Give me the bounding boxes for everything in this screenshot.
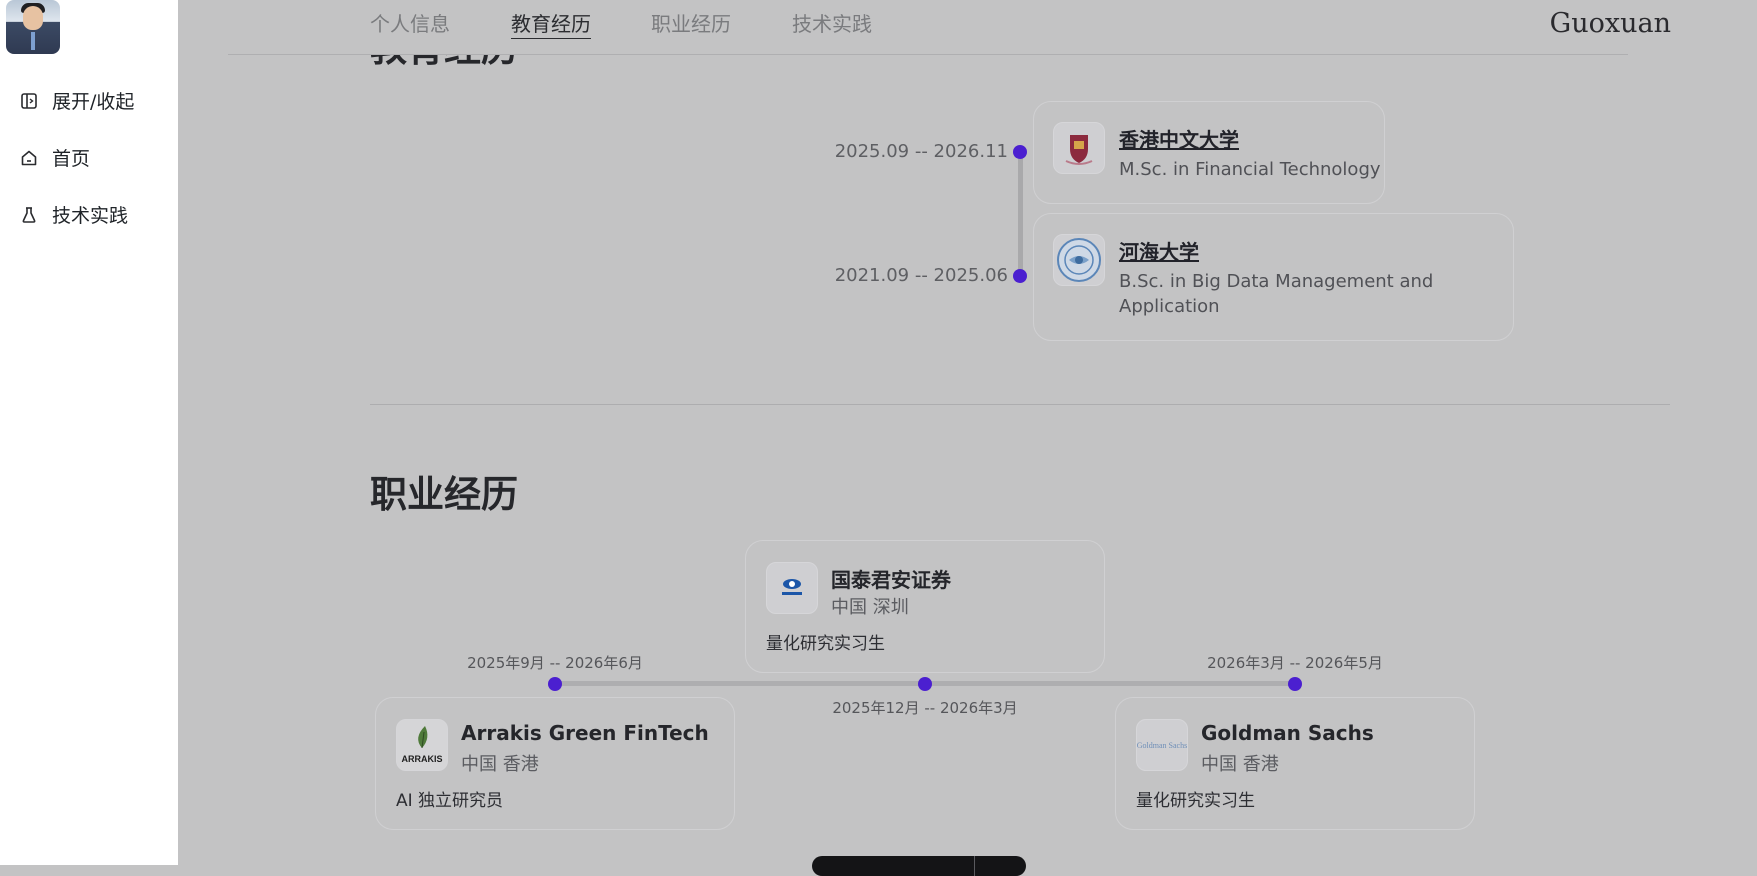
degree: B.Sc. in Big Data Management and Applica… <box>1119 271 1434 317</box>
education-card[interactable]: 河海大学 B.Sc. in Big Data Management and Ap… <box>1033 213 1514 341</box>
education-timeline-line <box>1018 152 1023 276</box>
education-card[interactable]: 香港中文大学 M.Sc. in Financial Technology <box>1033 101 1385 204</box>
home-icon <box>21 150 37 165</box>
job-role: AI 独立研究员 <box>396 791 504 811</box>
job-role: 量化研究实习生 <box>766 634 885 654</box>
timeline-dot <box>548 677 562 691</box>
sidebar-item-toggle[interactable]: 展开/收起 <box>20 87 134 114</box>
education-date: 2021.09 -- 2025.06 <box>834 265 1008 286</box>
company-name: Arrakis Green FinTech <box>461 721 709 745</box>
section-divider <box>370 404 1670 405</box>
toolbar-separator <box>974 856 975 876</box>
top-nav: 个人信息 教育经历 职业经历 技术实践 Guoxuan <box>178 0 1757 54</box>
degree: M.Sc. in Financial Technology <box>1119 159 1381 180</box>
gtja-logo-icon <box>766 562 818 614</box>
goldman-sachs-logo-icon: Goldman Sachs <box>1136 719 1188 771</box>
career-date: 2025年12月 -- 2026年3月 <box>832 699 1018 717</box>
career-heading: 职业经历 <box>370 473 518 516</box>
career-card[interactable]: ARRAKIS Arrakis Green FinTech 中国 香港 AI 独… <box>375 697 735 830</box>
avatar-face <box>23 6 43 30</box>
school-name[interactable]: 河海大学 <box>1119 236 1199 265</box>
tab-personal-info[interactable]: 个人信息 <box>370 8 450 37</box>
sidebar-item-label: 展开/收起 <box>52 91 135 113</box>
avatar[interactable] <box>6 0 60 54</box>
goldman-wordmark: Goldman Sachs <box>1137 741 1187 750</box>
career-card[interactable]: 国泰君安证券 中国 深圳 量化研究实习生 <box>745 540 1105 673</box>
hohai-seal-icon <box>1053 234 1105 286</box>
company-location: 中国 香港 <box>461 754 539 775</box>
sidebar-item-home[interactable]: 首页 <box>20 144 90 171</box>
timeline-dot <box>918 677 932 691</box>
career-date: 2026年3月 -- 2026年5月 <box>1207 654 1383 672</box>
company-name: 国泰君安证券 <box>831 568 951 592</box>
school-name[interactable]: 香港中文大学 <box>1119 124 1239 153</box>
sidebar-item-tech[interactable]: 技术实践 <box>20 201 128 228</box>
flask-icon <box>22 206 36 223</box>
sidebar-item-label: 首页 <box>52 148 91 170</box>
tab-education[interactable]: 教育经历 <box>511 8 591 39</box>
company-name: Goldman Sachs <box>1201 721 1374 745</box>
career-card[interactable]: Goldman Sachs Goldman Sachs 中国 香港 量化研究实习… <box>1115 697 1475 830</box>
company-location: 中国 深圳 <box>831 597 909 618</box>
timeline-dot <box>1013 269 1027 283</box>
career-date: 2025年9月 -- 2026年6月 <box>467 654 643 672</box>
sidebar: 展开/收起 首页 技术实践 <box>0 0 178 865</box>
arrakis-wordmark: ARRAKIS <box>401 754 442 764</box>
tab-career[interactable]: 职业经历 <box>651 8 731 37</box>
arrakis-leaf-icon: ARRAKIS <box>396 719 448 771</box>
tab-tech-practice[interactable]: 技术实践 <box>792 8 872 37</box>
education-heading: 教育经历 <box>370 55 518 72</box>
job-role: 量化研究实习生 <box>1136 791 1255 811</box>
timeline-dot <box>1013 145 1027 159</box>
sidebar-toggle-icon <box>21 92 37 109</box>
cuhk-crest-icon <box>1053 122 1105 174</box>
education-date: 2025.09 -- 2026.11 <box>834 141 1008 162</box>
brand-name[interactable]: Guoxuan <box>1550 8 1671 39</box>
education-heading-clip: 教育经历 <box>0 55 1757 85</box>
floating-toolbar[interactable] <box>812 856 1026 876</box>
avatar-tie <box>31 32 35 50</box>
company-location: 中国 香港 <box>1201 754 1279 775</box>
sidebar-item-label: 技术实践 <box>52 205 129 227</box>
timeline-dot <box>1288 677 1302 691</box>
